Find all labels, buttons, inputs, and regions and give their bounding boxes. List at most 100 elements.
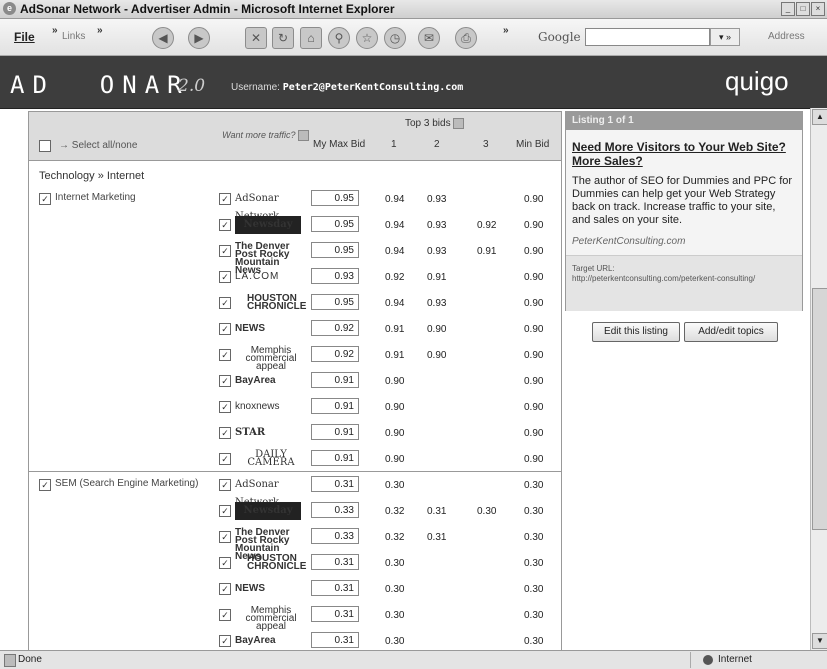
site-checkbox[interactable]: ✓ <box>219 427 231 439</box>
max-bid-input[interactable]: 0.95 <box>311 216 359 232</box>
links-toolbar[interactable]: Links <box>62 31 85 42</box>
top-bid-3: 0.91 <box>477 246 497 257</box>
min-bid: 0.90 <box>524 402 544 413</box>
top-bid-1: 0.94 <box>385 298 405 309</box>
file-menu[interactable]: File <box>14 30 35 44</box>
top-bid-1: 0.91 <box>385 324 405 335</box>
max-bid-input[interactable]: 0.92 <box>311 320 359 336</box>
top-bid-1: 0.94 <box>385 194 405 205</box>
edit-listing-button[interactable]: Edit this listing <box>592 322 680 342</box>
select-all-checkbox[interactable] <box>39 140 51 152</box>
listing-display-url: PeterKentConsulting.com <box>572 236 686 247</box>
site-checkbox[interactable]: ✓ <box>219 349 231 361</box>
site-checkbox[interactable]: ✓ <box>219 505 231 517</box>
site-checkbox[interactable]: ✓ <box>219 453 231 465</box>
top-bid-1: 0.32 <box>385 532 405 543</box>
max-bid-input[interactable]: 0.33 <box>311 528 359 544</box>
browser-toolbar: File » Links » ◀ ▶ ✕ ↻ ⌂ ⚲ ☆ ◷ ✉ ⎙ » Goo… <box>0 19 827 56</box>
help-icon[interactable] <box>298 130 309 142</box>
history-icon[interactable]: ◷ <box>384 27 406 49</box>
max-bid-input[interactable]: 0.91 <box>311 398 359 414</box>
site-logo: Memphis commercial appeal <box>245 345 297 372</box>
site-logo: HOUSTON CHRONICLE <box>247 553 307 572</box>
max-bid-input[interactable]: 0.31 <box>311 606 359 622</box>
back-icon[interactable]: ◀ <box>152 27 174 49</box>
chevron-icon[interactable]: » <box>52 25 58 36</box>
help-icon[interactable] <box>453 118 465 129</box>
site-logo: Memphis commercial appeal <box>245 605 297 632</box>
min-bid: 0.90 <box>524 298 544 309</box>
max-bid-input[interactable]: 0.31 <box>311 554 359 570</box>
scroll-thumb[interactable] <box>812 288 827 530</box>
address-label[interactable]: Address <box>768 31 805 42</box>
top-bid-1: 0.90 <box>385 428 405 439</box>
max-bid-input[interactable]: 0.95 <box>311 190 359 206</box>
max-bid-input[interactable]: 0.95 <box>311 242 359 258</box>
minimize-button[interactable]: _ <box>781 2 795 16</box>
search-dropdown-icon[interactable]: ▾ » <box>710 28 740 46</box>
site-checkbox[interactable]: ✓ <box>219 583 231 595</box>
top-bid-2: 0.93 <box>427 220 447 231</box>
refresh-icon[interactable]: ↻ <box>272 27 294 49</box>
mail-icon[interactable]: ✉ <box>418 27 440 49</box>
table-row: ✓ Memphis commercial appeal 0.92 0.91 0.90 0.… <box>29 342 561 372</box>
site-logo: LA.COM <box>235 271 280 282</box>
site-checkbox[interactable]: ✓ <box>219 323 231 335</box>
table-row: ✓ Newsday 0.95 0.94 0.93 0.92 0.90 <box>29 212 561 238</box>
add-edit-topics-button[interactable]: Add/edit topics <box>684 322 778 342</box>
top-bid-1: 0.32 <box>385 506 405 517</box>
vertical-scrollbar[interactable]: ▲ ▼ <box>810 108 827 650</box>
site-checkbox[interactable]: ✓ <box>219 245 231 257</box>
max-bid-input[interactable]: 0.91 <box>311 424 359 440</box>
col-my-max-bid: My Max Bid <box>313 139 366 150</box>
max-bid-input[interactable]: 0.91 <box>311 372 359 388</box>
min-bid: 0.90 <box>524 350 544 361</box>
home-icon[interactable]: ⌂ <box>300 27 322 49</box>
site-checkbox[interactable]: ✓ <box>219 375 231 387</box>
site-checkbox[interactable]: ✓ <box>219 635 231 647</box>
chevron-icon[interactable]: » <box>97 25 103 36</box>
table-row: ✓ Newsday 0.33 0.32 0.31 0.30 0.30 <box>29 498 561 524</box>
max-bid-input[interactable]: 0.31 <box>311 632 359 648</box>
site-checkbox[interactable]: ✓ <box>219 219 231 231</box>
site-checkbox[interactable]: ✓ <box>219 609 231 621</box>
site-checkbox[interactable]: ✓ <box>219 479 231 491</box>
site-checkbox[interactable]: ✓ <box>219 531 231 543</box>
table-row: ✓ LA.COM 0.93 0.92 0.91 0.90 <box>29 264 561 290</box>
max-bid-input[interactable]: 0.93 <box>311 268 359 284</box>
search-icon[interactable]: ⚲ <box>328 27 350 49</box>
max-bid-input[interactable]: 0.92 <box>311 346 359 362</box>
max-bid-input[interactable]: 0.31 <box>311 476 359 492</box>
site-checkbox[interactable]: ✓ <box>219 557 231 569</box>
select-all-link[interactable]: → Select all/none <box>59 140 137 151</box>
topic-checkbox[interactable]: ✓ <box>39 193 51 205</box>
favorites-icon[interactable]: ☆ <box>356 27 378 49</box>
max-bid-input[interactable]: 0.33 <box>311 502 359 518</box>
google-toolbar-logo[interactable]: Google <box>538 30 581 44</box>
min-bid: 0.90 <box>524 324 544 335</box>
max-bid-input[interactable]: 0.91 <box>311 450 359 466</box>
topic-checkbox[interactable]: ✓ <box>39 479 51 491</box>
close-button[interactable]: × <box>811 2 825 16</box>
max-bid-input[interactable]: 0.31 <box>311 580 359 596</box>
status-text: Done <box>18 654 42 665</box>
top-bid-1: 0.94 <box>385 246 405 257</box>
stop-icon[interactable]: ✕ <box>245 27 267 49</box>
maximize-button[interactable]: □ <box>796 2 810 16</box>
min-bid: 0.30 <box>524 558 544 569</box>
print-icon[interactable]: ⎙ <box>455 27 477 49</box>
chevron-icon[interactable]: » <box>503 25 509 36</box>
site-checkbox[interactable]: ✓ <box>219 271 231 283</box>
forward-icon[interactable]: ▶ <box>188 27 210 49</box>
google-search-input[interactable] <box>585 28 710 46</box>
status-bar: Done Internet <box>0 650 827 669</box>
scroll-down-icon[interactable]: ▼ <box>812 633 827 649</box>
listing-headline-link[interactable]: Need More Visitors to Your Web Site? Mor… <box>572 140 794 168</box>
security-zone: Internet <box>718 654 752 665</box>
site-checkbox[interactable]: ✓ <box>219 297 231 309</box>
site-logo: Newsday <box>235 502 301 520</box>
site-checkbox[interactable]: ✓ <box>219 401 231 413</box>
scroll-up-icon[interactable]: ▲ <box>812 109 827 125</box>
max-bid-input[interactable]: 0.95 <box>311 294 359 310</box>
site-checkbox[interactable]: ✓ <box>219 193 231 205</box>
